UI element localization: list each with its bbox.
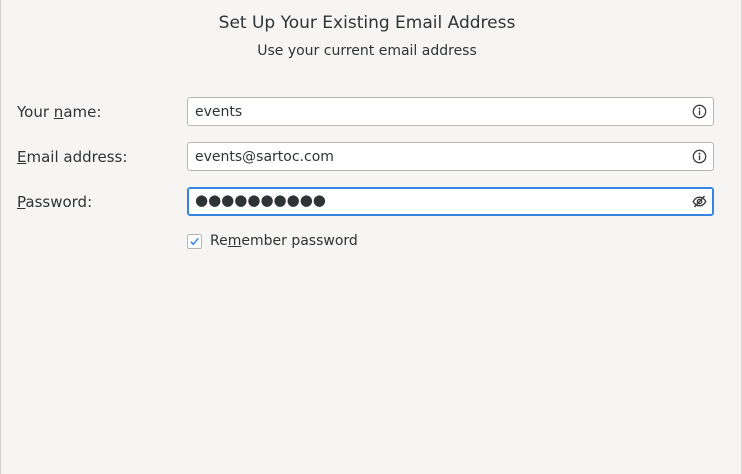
password-input-value: ●●●●●●●●●● bbox=[195, 191, 326, 209]
checkmark-icon bbox=[190, 237, 199, 246]
eye-slash-icon[interactable] bbox=[692, 194, 707, 209]
email-input[interactable]: events@sartoc.com bbox=[187, 142, 714, 171]
email-label: Email address: bbox=[17, 148, 128, 166]
name-input[interactable]: events bbox=[187, 97, 714, 126]
remember-password-checkbox[interactable] bbox=[187, 234, 202, 249]
remember-password-label[interactable]: Remember password bbox=[210, 233, 358, 249]
password-label: Password: bbox=[17, 193, 93, 211]
name-input-value: events bbox=[195, 104, 243, 120]
page-subtitle: Use your current email address bbox=[257, 43, 477, 59]
email-input-value: events@sartoc.com bbox=[195, 149, 334, 165]
password-input[interactable]: ●●●●●●●●●● bbox=[187, 187, 714, 216]
account-setup-dialog: Set Up Your Existing Email Address Use y… bbox=[0, 0, 742, 474]
name-label: Your name: bbox=[17, 103, 102, 121]
info-icon[interactable] bbox=[692, 104, 707, 119]
info-icon[interactable] bbox=[692, 149, 707, 164]
page-title: Set Up Your Existing Email Address bbox=[218, 13, 516, 33]
